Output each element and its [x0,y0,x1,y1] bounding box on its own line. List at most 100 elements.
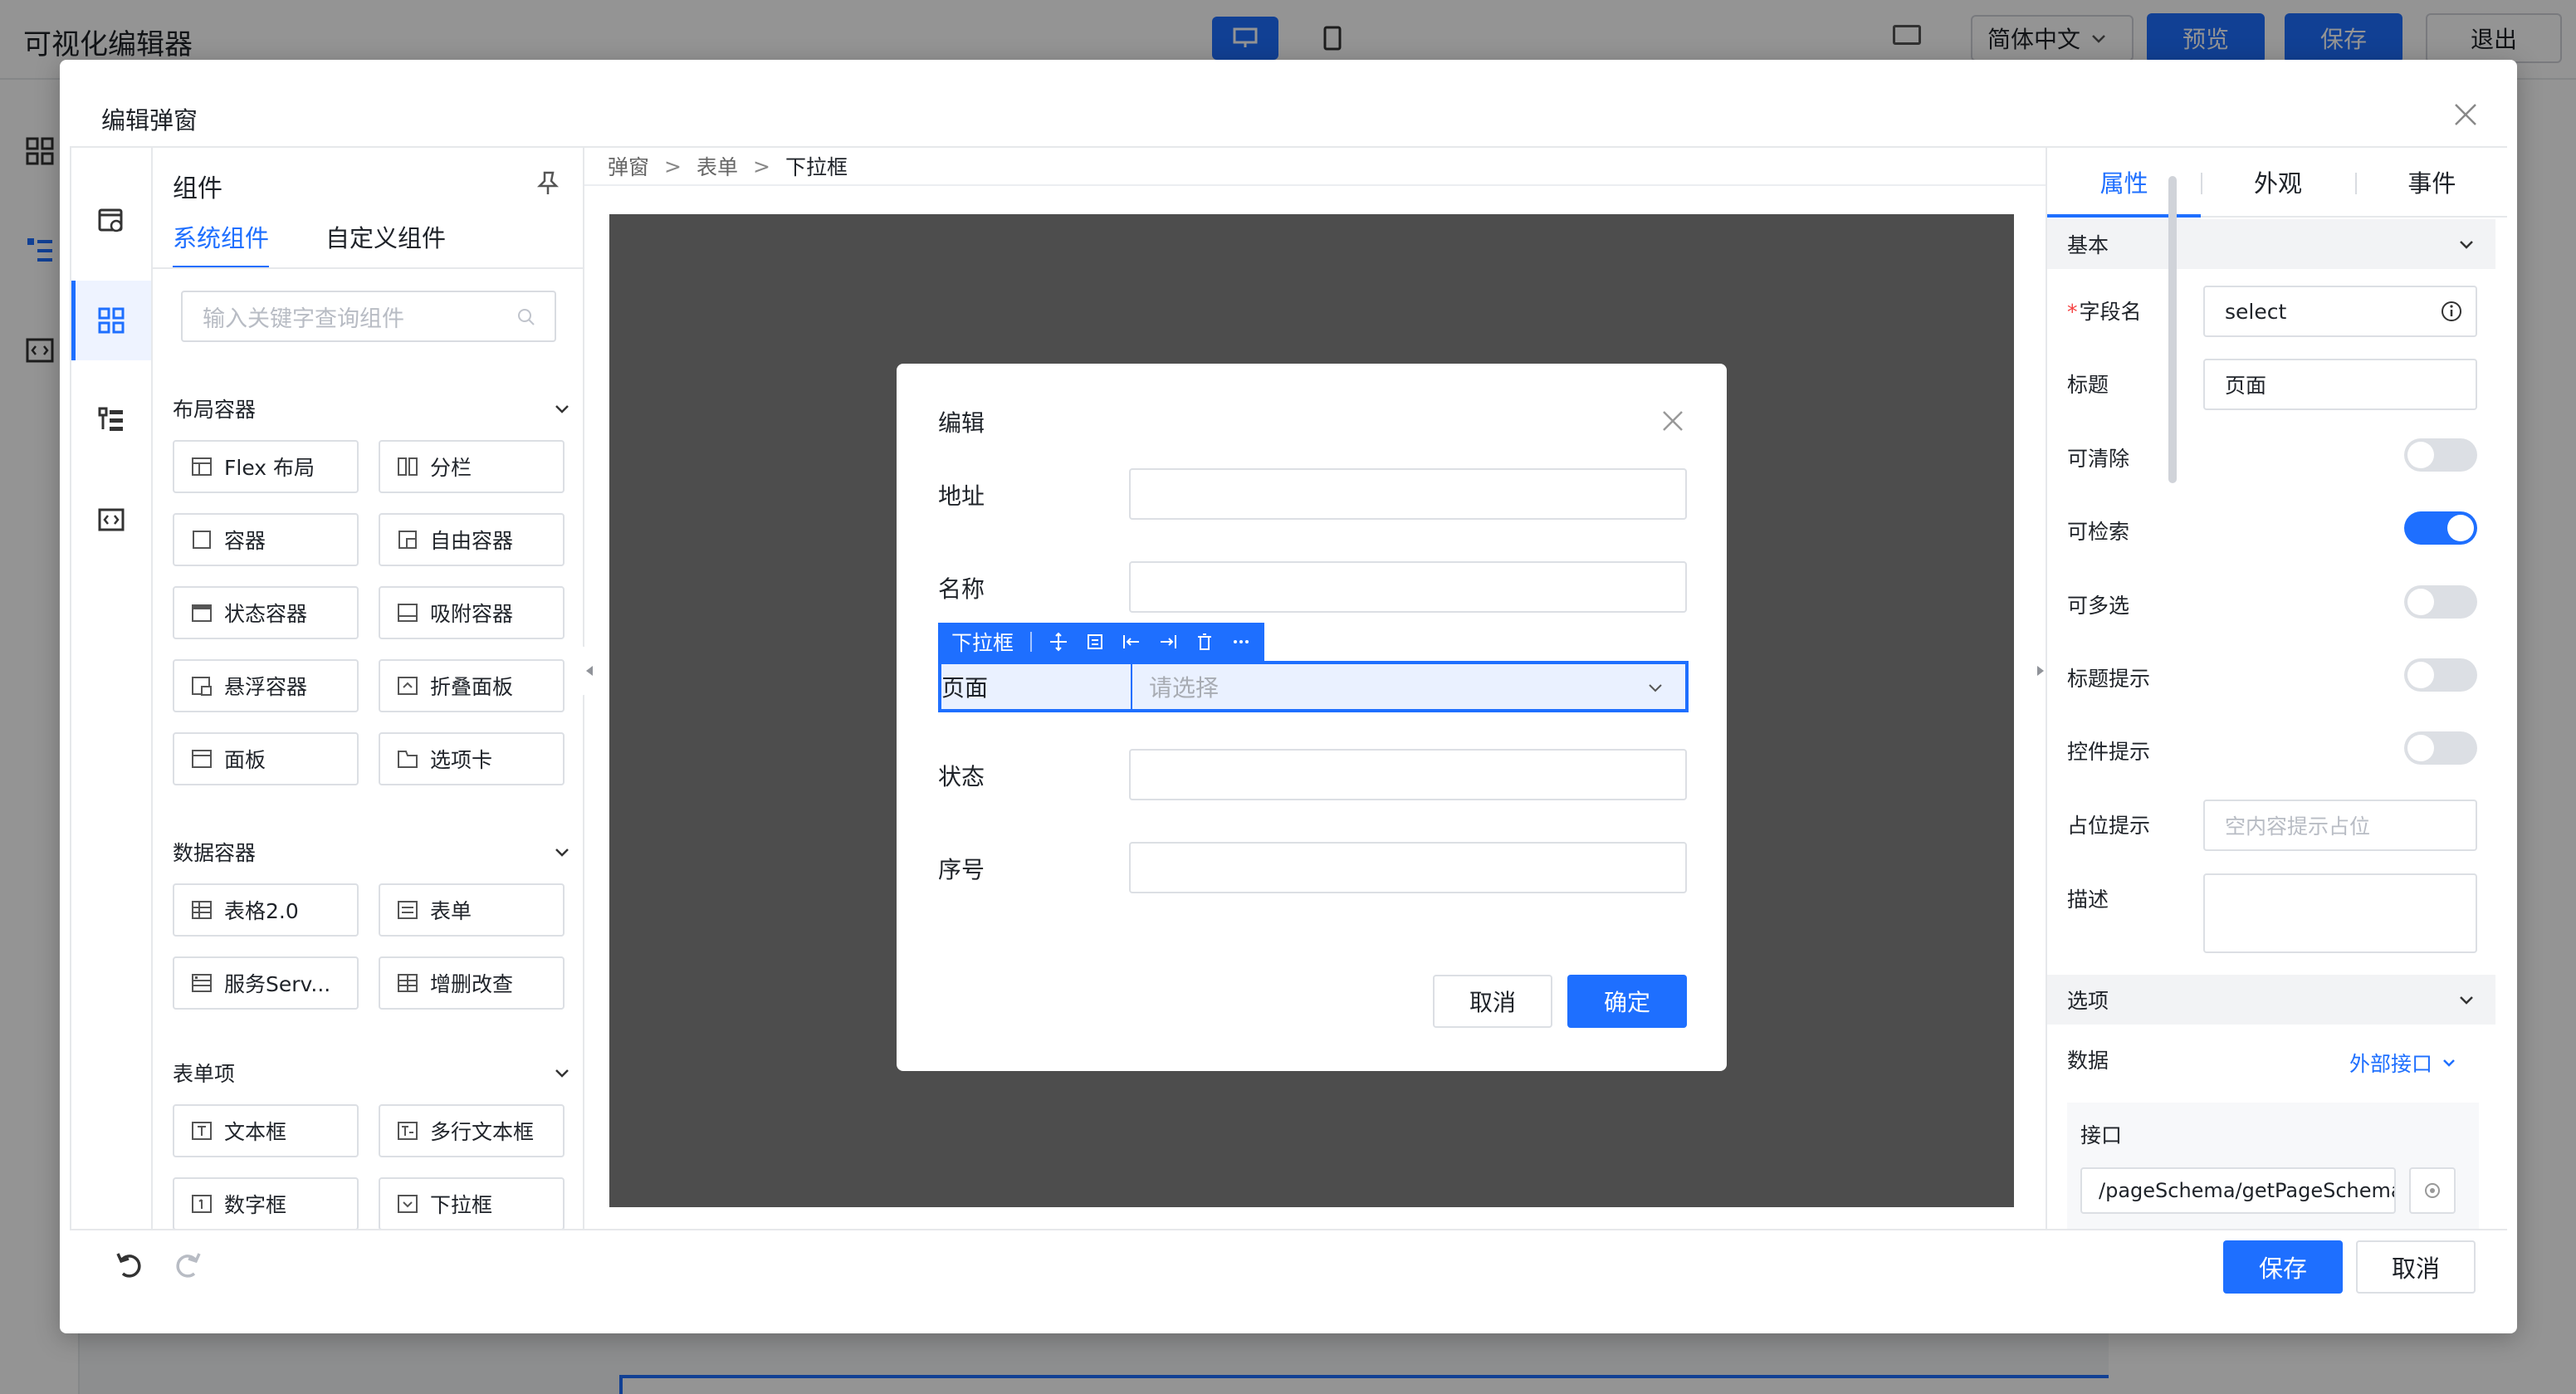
field-name-input[interactable]: select [2203,286,2477,337]
page-select[interactable]: 请选择 [1131,664,1685,709]
modal-cancel-button[interactable]: 取消 [1433,975,1552,1028]
rail-outline[interactable] [71,380,151,460]
panel-icon [192,750,212,768]
section-options[interactable]: 选项 [2047,975,2495,1025]
design-canvas: 弹窗 > 表单 > 下拉框 编辑 地址 名称 下拉框 页面 请选择 状态 序号 … [578,148,2052,1229]
section-basic[interactable]: 基本 [2047,219,2495,269]
info-icon[interactable] [2441,301,2462,322]
redo-icon[interactable] [171,1249,204,1282]
component-tabs: 系统组件 自定义组件 [173,219,446,269]
component-crud[interactable]: 增删改查 [379,956,565,1010]
collapse-left-handle[interactable] [578,646,601,696]
breadcrumb-item[interactable]: 表单 [697,151,738,181]
component-search-input[interactable]: 输入关键字查询组件 [181,291,556,342]
component-text-input[interactable]: 文本框 [173,1104,359,1157]
group-layout-containers[interactable]: 布局容器 [173,392,571,425]
copy-icon[interactable] [1085,632,1105,652]
tab-appearance[interactable]: 外观 [2201,148,2354,216]
description-textarea[interactable] [2203,873,2477,953]
title-tip-toggle[interactable] [2402,658,2479,693]
textarea-icon [398,1122,418,1140]
dialog-cancel-button[interactable]: 取消 [2356,1240,2476,1294]
component-form[interactable]: 表单 [379,883,565,937]
rail-page-settings[interactable] [71,181,151,261]
api-settings-button[interactable] [2409,1167,2456,1214]
close-icon[interactable] [2451,100,2481,130]
move-right-icon[interactable] [1158,632,1178,652]
component-free-container[interactable]: 自由容器 [379,513,565,566]
scrollbar-thumb[interactable] [2168,176,2177,483]
move-left-icon[interactable] [1122,632,1141,652]
dialog-title: 编辑弹窗 [101,106,198,135]
delete-icon[interactable] [1195,632,1215,652]
control-tip-toggle[interactable] [2402,731,2479,766]
placeholder-label: 占位提示 [2067,814,2151,838]
component-collapse[interactable]: 折叠面板 [379,659,565,712]
columns-icon [398,457,418,476]
component-panel-item[interactable]: 面板 [173,732,359,785]
component-service[interactable]: 服务Serv... [173,956,359,1010]
service-icon [192,974,212,992]
component-flex[interactable]: Flex 布局 [173,440,359,493]
api-input[interactable]: /pageSchema/getPageSchema [2080,1167,2396,1214]
component-columns[interactable]: 分栏 [379,440,565,493]
dialog-save-button[interactable]: 保存 [2223,1240,2343,1294]
breadcrumb-item[interactable]: 弹窗 [608,151,649,181]
description-label: 描述 [2067,888,2109,912]
component-table[interactable]: 表格2.0 [173,883,359,937]
more-icon[interactable] [1231,632,1251,652]
component-label: 选项卡 [430,748,493,772]
placeholder-value: 空内容提示占位 [2225,814,2371,839]
component-number-input[interactable]: 数字框 [173,1177,359,1229]
rail-code[interactable] [71,480,151,560]
address-input[interactable] [1129,468,1687,520]
component-sticky-container[interactable]: 吸附容器 [379,586,565,639]
status-input[interactable] [1129,749,1687,800]
section-title: 基本 [2067,233,2109,257]
api-config-box: 接口 /pageSchema/getPageSchema [2067,1103,2479,1229]
tab-custom-components[interactable]: 自定义组件 [325,219,446,259]
component-label: 多行文本框 [430,1120,535,1144]
tab-properties[interactable]: 属性 [2047,148,2202,218]
rail-components[interactable] [71,281,151,360]
component-state-container[interactable]: 状态容器 [173,586,359,639]
sequence-input[interactable] [1129,842,1687,893]
free-container-icon [398,531,417,549]
placeholder-input[interactable]: 空内容提示占位 [2203,800,2477,851]
searchable-toggle[interactable] [2402,511,2479,546]
move-icon[interactable] [1048,632,1068,652]
property-scrollbar[interactable] [2168,143,2177,1106]
component-container[interactable]: 容器 [173,513,359,566]
close-icon[interactable] [1660,408,1685,433]
chevron-down-icon [555,849,569,857]
modal-title: 编辑 [938,409,985,437]
component-select[interactable]: 下拉框 [379,1177,565,1229]
tree-icon [98,407,123,431]
data-source-select[interactable]: 外部接口 [2349,1048,2457,1078]
pin-icon[interactable] [535,169,561,196]
tabs-divider [153,267,583,269]
modal-ok-button[interactable]: 确定 [1567,975,1687,1028]
tab-events[interactable]: 事件 [2354,148,2507,216]
crud-icon [398,974,418,992]
selected-select-field[interactable]: 页面 请选择 [938,661,1689,712]
text-input-icon [192,1122,212,1140]
group-data-containers[interactable]: 数据容器 [173,835,571,868]
component-label: 数字框 [224,1193,287,1217]
title-input[interactable]: 页面 [2203,359,2477,410]
name-input[interactable] [1129,561,1687,613]
component-tabs-item[interactable]: 选项卡 [379,732,565,785]
breadcrumb-item-current[interactable]: 下拉框 [785,151,848,181]
component-label: Flex 布局 [224,456,315,480]
preview-modal[interactable]: 编辑 地址 名称 下拉框 页面 请选择 状态 序号 取消 确定 [897,364,1727,1071]
undo-icon[interactable] [113,1249,146,1282]
clearable-toggle[interactable] [2402,438,2479,473]
multiple-toggle[interactable] [2402,585,2479,620]
group-form-items[interactable]: 表单项 [173,1056,571,1089]
state-container-icon [192,604,212,622]
component-textarea[interactable]: 多行文本框 [379,1104,565,1157]
tab-system-components[interactable]: 系统组件 [173,219,270,269]
component-floating-container[interactable]: 悬浮容器 [173,659,359,712]
title-label: 标题 [2067,373,2109,397]
data-source-value: 外部接口 [2349,1052,2433,1076]
